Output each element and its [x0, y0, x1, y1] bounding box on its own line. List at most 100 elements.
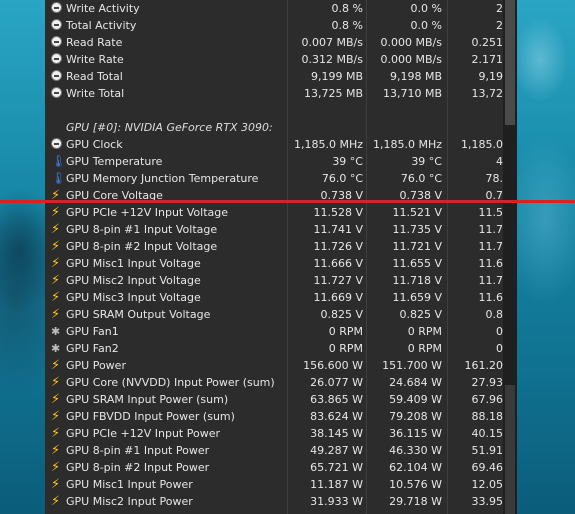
sensor-label: GPU FBVDD Input Power (sum)	[66, 410, 235, 423]
current-value: 39 °C	[332, 155, 363, 168]
current-value: 0 RPM	[328, 342, 363, 355]
vertical-scrollbar[interactable]	[503, 0, 517, 514]
sensor-row[interactable]: ✱ GPU Fan2 0 RPM 0 RPM 0	[45, 340, 503, 357]
sensor-row[interactable]: Read Total 9,199 MB 9,198 MB 9,19	[45, 68, 503, 85]
maximum-value: 2.171	[471, 53, 504, 66]
sensor-label: Read Rate	[66, 36, 123, 49]
fan-icon: ✱	[51, 342, 61, 355]
maximum-value: 51.91	[471, 444, 504, 457]
sensor-label: GPU 8-pin #1 Input Power	[66, 444, 210, 457]
sensor-label: GPU Misc2 Input Voltage	[66, 274, 201, 287]
maximum-value: 67.96	[471, 393, 504, 406]
lightning-bolt-icon: ⚡	[51, 205, 61, 220]
minimum-value: 11.735 V	[392, 223, 442, 236]
sensor-row[interactable]: GPU Clock 1,185.0 MHz 1,185.0 MHz 1,185.0	[45, 136, 503, 153]
clock-face-icon	[51, 70, 62, 81]
sensor-label: GPU 8-pin #1 Input Voltage	[66, 223, 218, 236]
current-value: 31.933 W	[310, 495, 363, 508]
maximum-value: 4	[496, 155, 503, 168]
sensor-row[interactable]: Write Rate 0.312 MB/s 0.000 MB/s 2.171	[45, 51, 503, 68]
current-value: 0.8 %	[331, 19, 363, 32]
clock-face-icon	[51, 138, 62, 149]
scrollbar-track[interactable]	[505, 385, 515, 514]
current-value: 11.741 V	[313, 223, 363, 236]
current-value: 1,185.0 MHz	[293, 138, 363, 151]
minimum-value: 0.825 V	[399, 308, 442, 321]
sensor-row[interactable]: ⚡ GPU FBVDD Input Power (sum) 83.624 W 79.2…	[45, 408, 503, 425]
sensor-row[interactable]: ⚡ GPU SRAM Input Power (sum) 63.865 W 59.40…	[45, 391, 503, 408]
sensor-label: GPU Memory Junction Temperature	[66, 172, 259, 185]
sensor-row[interactable]: Total Activity 0.8 % 0.0 % 2	[45, 17, 503, 34]
lightning-bolt-icon: ⚡	[51, 392, 61, 407]
maximum-value: 0	[496, 342, 503, 355]
current-value: 49.287 W	[310, 444, 363, 457]
sensor-row[interactable]: ⚡ GPU Power 156.600 W 151.700 W 161.20	[45, 357, 503, 374]
sensor-row[interactable]: Write Total 13,725 MB 13,710 MB 13,72	[45, 85, 503, 102]
maximum-value: 11.7	[478, 274, 504, 287]
sensor-label: Write Total	[66, 87, 125, 100]
maximum-value: 11.5	[478, 206, 504, 219]
minimum-value: 0.0 %	[410, 19, 442, 32]
sensor-row[interactable]: Write Activity 0.8 % 0.0 % 2	[45, 0, 503, 17]
spacer-row	[45, 102, 503, 119]
scrollbar-thumb[interactable]	[505, 0, 515, 125]
sensor-row[interactable]: ⚡ GPU 8-pin #2 Input Power 65.721 W 62.104 …	[45, 459, 503, 476]
minimum-value: 76.0 °C	[400, 172, 442, 185]
lightning-bolt-icon: ⚡	[51, 358, 61, 373]
clock-icon	[51, 19, 64, 32]
minimum-value: 36.115 W	[389, 427, 442, 440]
minimum-value: 11.659 V	[392, 291, 442, 304]
maximum-value: 9,19	[478, 70, 504, 83]
sensor-row[interactable]: ⚡ GPU Misc1 Input Voltage 11.666 V 11.655 V…	[45, 255, 503, 272]
maximum-value: 161.20	[464, 359, 504, 372]
current-value: 11.727 V	[313, 274, 363, 287]
current-value: 156.600 W	[303, 359, 363, 372]
sensor-row[interactable]: ⚡ GPU SRAM Output Voltage 0.825 V 0.825 V 0.…	[45, 306, 503, 323]
sensor-row[interactable]: ✱ GPU Fan1 0 RPM 0 RPM 0	[45, 323, 503, 340]
sensor-panel: Write Activity 0.8 % 0.0 % 2 Total Activity 0…	[45, 0, 517, 514]
sensor-row[interactable]: ⚡ GPU Misc2 Input Power 31.933 W 29.718 W 33…	[45, 493, 503, 510]
sensor-label: GPU 8-pin #2 Input Voltage	[66, 240, 218, 253]
minimum-value: 46.330 W	[389, 444, 442, 457]
sensor-label: GPU Clock	[66, 138, 123, 151]
sensor-row[interactable]: ⚡ GPU PCIe +12V Input Power 38.145 W 36.115…	[45, 425, 503, 442]
current-value: 0 RPM	[328, 325, 363, 338]
current-value: 11.726 V	[313, 240, 363, 253]
sensor-row[interactable]: Read Rate 0.007 MB/s 0.000 MB/s 0.251	[45, 34, 503, 51]
sensor-row[interactable]: ⚡ GPU Misc3 Input Voltage 11.669 V 11.659 V…	[45, 289, 503, 306]
minimum-value: 10.576 W	[389, 478, 442, 491]
sensor-row[interactable]: ⚡ GPU Misc1 Input Power 11.187 W 10.576 W 12…	[45, 476, 503, 493]
sensor-row[interactable]: ⚡ GPU 8-pin #1 Input Power 49.287 W 46.330 …	[45, 442, 503, 459]
lightning-bolt-icon: ⚡	[51, 494, 61, 509]
sensor-row[interactable]: 🌡 GPU Memory Junction Temperature 76.0 °C 7…	[45, 170, 503, 187]
minimum-value: 0.000 MB/s	[380, 36, 442, 49]
current-value: 0.007 MB/s	[301, 36, 363, 49]
section-header[interactable]: GPU [#0]: NVIDIA GeForce RTX 3090:	[45, 119, 503, 136]
sensor-label: GPU SRAM Output Voltage	[66, 308, 211, 321]
maximum-value: 40.15	[471, 427, 504, 440]
clock-icon	[51, 36, 64, 49]
lightning-bolt-icon: ⚡	[51, 256, 61, 271]
current-value: 11.669 V	[313, 291, 363, 304]
current-value: 11.666 V	[313, 257, 363, 270]
sensor-row[interactable]: ⚡ GPU 8-pin #2 Input Voltage 11.726 V 11.72…	[45, 238, 503, 255]
sensor-label: GPU Misc3 Input Voltage	[66, 291, 201, 304]
maximum-value: 69.46	[471, 461, 504, 474]
minimum-value: 0.000 MB/s	[380, 53, 442, 66]
sensor-row[interactable]: ⚡ GPU 8-pin #1 Input Voltage 11.741 V 11.73…	[45, 221, 503, 238]
sensor-label: GPU PCIe +12V Input Voltage	[66, 206, 229, 219]
sensor-row[interactable]: ⚡ GPU Misc2 Input Voltage 11.727 V 11.718 V…	[45, 272, 503, 289]
minimum-value: 79.208 W	[389, 410, 442, 423]
minimum-value: 11.655 V	[392, 257, 442, 270]
current-value: 38.145 W	[310, 427, 363, 440]
lightning-bolt-icon: ⚡	[51, 443, 61, 458]
clock-icon	[51, 53, 64, 66]
sensor-label: GPU Misc1 Input Power	[66, 478, 193, 491]
maximum-value: 27.93	[471, 376, 504, 389]
maximum-value: 11.7	[478, 223, 504, 236]
sensor-row[interactable]: ⚡ GPU Core (NVVDD) Input Power (sum) 26.07…	[45, 374, 503, 391]
lightning-bolt-icon: ⚡	[51, 460, 61, 475]
sensor-row[interactable]: 🌡 GPU Temperature 39 °C 39 °C 4	[45, 153, 503, 170]
sensor-label: GPU Misc2 Input Power	[66, 495, 193, 508]
sensor-row[interactable]: ⚡ GPU PCIe +12V Input Voltage 11.528 V 11.5…	[45, 204, 503, 221]
